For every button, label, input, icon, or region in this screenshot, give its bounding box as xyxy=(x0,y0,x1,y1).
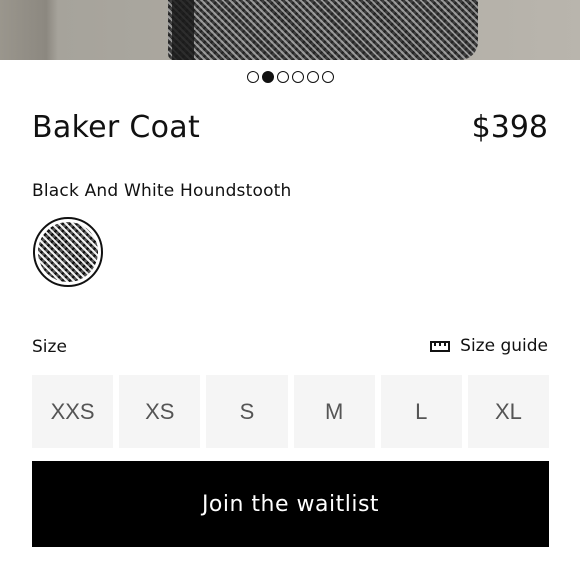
pagination-dot[interactable] xyxy=(321,71,334,83)
size-option-xxs[interactable]: XXS xyxy=(32,375,114,448)
size-guide-label: Size guide xyxy=(460,336,548,356)
size-option-s[interactable]: S xyxy=(206,375,288,448)
product-price: $398 xyxy=(471,110,548,145)
coat-fold xyxy=(172,0,194,60)
image-pagination xyxy=(0,71,580,85)
size-option-l[interactable]: L xyxy=(380,375,462,448)
pagination-dot[interactable] xyxy=(291,71,304,83)
color-name: Black And White Houndstooth xyxy=(32,181,292,201)
size-option-xs[interactable]: XS xyxy=(119,375,201,448)
size-options: XXS XS S M L XL xyxy=(32,375,550,448)
ruler-icon xyxy=(430,340,451,352)
coat-photo xyxy=(168,0,478,60)
size-label: Size xyxy=(32,337,67,357)
pagination-dot-active[interactable] xyxy=(261,71,274,83)
pagination-dot[interactable] xyxy=(246,71,259,83)
product-title: Baker Coat xyxy=(32,110,201,145)
houndstooth-swatch xyxy=(38,222,98,282)
pagination-dot[interactable] xyxy=(276,71,289,83)
product-image[interactable] xyxy=(0,0,580,60)
color-swatch-selected[interactable] xyxy=(33,217,103,287)
join-waitlist-button[interactable]: Join the waitlist xyxy=(32,461,549,547)
size-option-xl[interactable]: XL xyxy=(467,375,550,448)
size-option-m[interactable]: M xyxy=(293,375,375,448)
pagination-dot[interactable] xyxy=(306,71,319,83)
size-guide-link[interactable]: Size guide xyxy=(430,336,548,356)
